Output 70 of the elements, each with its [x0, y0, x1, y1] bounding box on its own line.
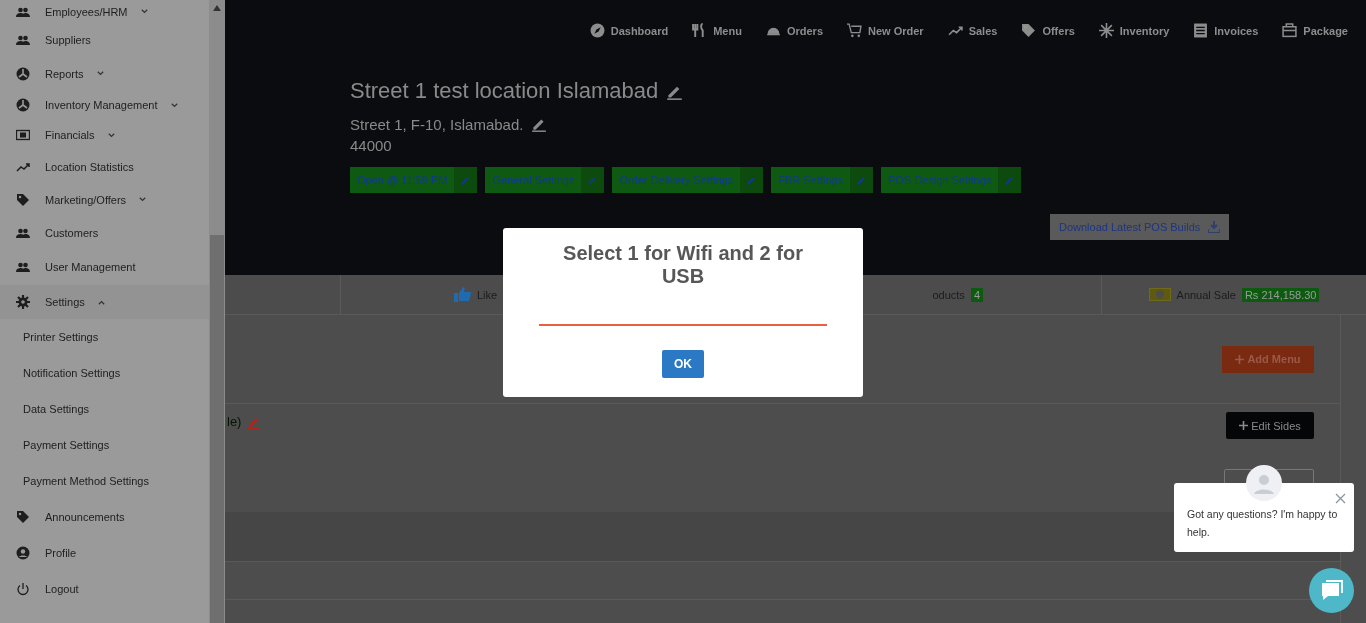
- chevron-down-icon: [138, 195, 148, 204]
- location-title: Street 1 test location Islamabad: [350, 78, 659, 104]
- submenu-item[interactable]: Notification Settings: [0, 355, 209, 391]
- submenu-item[interactable]: Payment Settings: [0, 427, 209, 463]
- submenu-item[interactable]: Data Settings: [0, 391, 209, 427]
- chat-message: Got any questions? I'm happy to help.: [1187, 507, 1339, 540]
- scroll-up-icon[interactable]: [213, 5, 221, 11]
- sidebar-item[interactable]: Marketing/Offers: [0, 183, 209, 216]
- download-icon: [1208, 221, 1221, 233]
- sidebar-item[interactable]: Settings: [0, 285, 209, 319]
- trend-line-icon: [947, 23, 963, 38]
- nav-link[interactable]: Menu: [692, 23, 742, 38]
- sidebar-item[interactable]: Employees/HRM: [0, 0, 209, 23]
- compass-icon: [589, 23, 605, 38]
- close-icon[interactable]: [1335, 493, 1346, 504]
- box-icon: [1282, 23, 1298, 38]
- sidebar-item[interactable]: Inventory Management: [0, 90, 209, 120]
- sidebar-item[interactable]: Profile: [0, 535, 209, 571]
- banknote-icon: [16, 128, 30, 142]
- count-badge: 4: [970, 287, 983, 302]
- power-icon: [16, 582, 30, 596]
- sidebar-item[interactable]: Customers: [0, 216, 209, 249]
- pie-icon: [16, 98, 30, 112]
- sidebar-item[interactable]: Announcements: [0, 499, 209, 535]
- submenu-item[interactable]: Printer Settings: [0, 319, 209, 355]
- chevron-down-icon: [106, 130, 116, 140]
- nav-link[interactable]: Inventory: [1098, 23, 1170, 38]
- banknote-icon: [1148, 288, 1171, 301]
- nav-link[interactable]: Package: [1282, 23, 1348, 38]
- sidebar-item[interactable]: User Management: [0, 249, 209, 285]
- sidebar-item[interactable]: Suppliers: [0, 23, 209, 57]
- edit-sides-button[interactable]: Edit Sides: [1226, 412, 1314, 439]
- sidebar-item[interactable]: Location Statistics: [0, 150, 209, 183]
- list-icon: [1193, 23, 1209, 38]
- location-address: Street 1, F-10, Islamabad.: [350, 115, 524, 133]
- nav-link[interactable]: New Order: [847, 23, 924, 38]
- avatar-icon: [1246, 465, 1282, 501]
- chevron-down-icon: [139, 7, 149, 16]
- sidebar-item[interactable]: Logout: [0, 571, 209, 607]
- dialog-title: Select 1 for Wifi and 2 for USB: [562, 242, 804, 288]
- people-icon: [16, 33, 30, 47]
- plus-icon: [1235, 354, 1245, 364]
- pie-icon: [16, 66, 30, 81]
- thumbs-up-icon: [454, 287, 471, 302]
- chevron-down-icon: [95, 69, 105, 78]
- user-icon: [16, 546, 30, 560]
- plus-icon: [1239, 421, 1249, 430]
- postcode-text: 44000: [350, 137, 393, 154]
- chat-bubble-icon: [1319, 579, 1344, 602]
- snowflake-icon: [1098, 23, 1114, 38]
- submenu-item[interactable]: Payment Method Settings: [0, 463, 209, 499]
- nav-link[interactable]: Offers: [1021, 23, 1075, 38]
- nav-link[interactable]: Sales: [947, 23, 998, 38]
- tag-icon: [16, 510, 30, 524]
- tag-icon: [1021, 23, 1037, 38]
- ok-button[interactable]: OK: [662, 350, 704, 378]
- people-icon: [16, 260, 30, 274]
- scrollbar-thumb[interactable]: [210, 235, 224, 623]
- row-text: le): [227, 414, 242, 429]
- nav-link[interactable]: Invoices: [1193, 23, 1259, 38]
- tag-icon: [16, 192, 30, 207]
- sidebar-item[interactable]: Reports: [0, 57, 209, 90]
- nav-link[interactable]: Dashboard: [589, 23, 669, 38]
- sidebar-item[interactable]: Financials: [0, 120, 209, 150]
- sale-badge: Rs 214,158.30: [1241, 287, 1320, 302]
- chat-button[interactable]: [1309, 568, 1354, 613]
- settings-icon: [16, 295, 30, 309]
- nav-link[interactable]: Orders: [765, 23, 823, 38]
- chevron-down-icon: [169, 100, 179, 110]
- cart-icon: [847, 23, 862, 38]
